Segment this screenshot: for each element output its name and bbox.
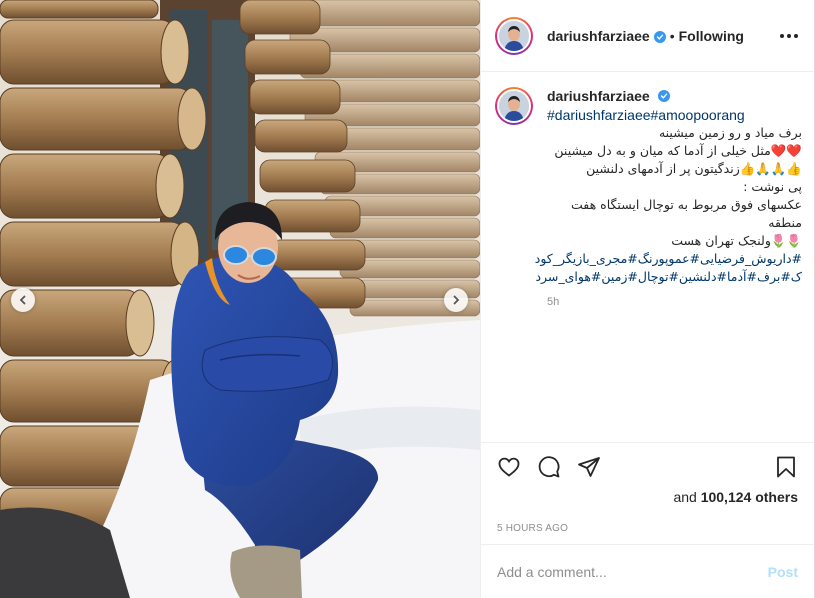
likes-count[interactable]: 100,124 <box>701 489 752 505</box>
likes-prefix: and <box>673 489 697 505</box>
next-photo-button[interactable] <box>444 288 468 312</box>
verified-badge-icon <box>658 90 671 102</box>
chevron-right-icon <box>453 295 460 305</box>
caption-row: dariushfarziaee #dariushfarziaee#amoopoo… <box>495 87 802 308</box>
post-date[interactable]: 5 HOURS AGO <box>481 523 814 534</box>
likes-suffix[interactable]: others <box>755 489 798 505</box>
save-button[interactable] <box>758 447 798 487</box>
author-avatar[interactable] <box>495 16 533 55</box>
photo-image <box>0 0 480 598</box>
heart-icon <box>498 457 520 477</box>
post-photo[interactable] <box>0 0 480 598</box>
caption-hashtags[interactable]: ک#برف#آدما#دلنشین#توچال#زمین#هوای_سرد <box>535 268 802 286</box>
post-actions-section: and 100,124 others 5 HOURS AGO <box>481 442 814 534</box>
caption-section: dariushfarziaee #dariushfarziaee#amoopoo… <box>481 73 814 443</box>
avatar-image <box>497 89 531 123</box>
likes-summary[interactable]: and 100,124 others <box>481 489 814 505</box>
comment-input[interactable] <box>497 563 768 580</box>
previous-photo-button[interactable] <box>11 288 35 312</box>
caption-line: ❤️❤️مثل خیلی از آدما که میان و به دل میش… <box>554 143 802 158</box>
following-button[interactable]: Following <box>679 28 744 44</box>
comment-button[interactable] <box>537 447 577 487</box>
verified-badge-icon <box>653 30 666 43</box>
caption-line: پی نوشت : <box>743 179 802 194</box>
header-separator: • <box>669 27 675 44</box>
share-button[interactable] <box>577 447 617 487</box>
caption-timestamp[interactable]: 5h <box>547 296 802 308</box>
more-options-icon[interactable] <box>780 33 798 38</box>
like-button[interactable] <box>497 447 537 487</box>
post-comment-button[interactable]: Post <box>768 564 798 580</box>
caption-hashtags-latin[interactable]: #dariushfarziaee#amoopoorang <box>547 106 802 124</box>
caption-line: 👍🙏🙏👍زندگیتون پر از آدمهای دلنشین <box>586 161 802 176</box>
author-username[interactable]: dariushfarziaee <box>547 28 650 44</box>
paper-plane-icon <box>578 457 600 477</box>
caption-line: عکسهای فوق مربوط به توچال ایستگاه هفت من… <box>571 197 802 230</box>
caption-line: 🌷🌷ولنجک تهران هست <box>671 233 802 248</box>
action-bar <box>481 443 814 491</box>
avatar-image <box>497 18 531 53</box>
post-side-panel: dariushfarziaee • Following dariushfarzi… <box>480 0 815 598</box>
bookmark-icon <box>777 456 795 478</box>
caption-username[interactable]: dariushfarziaee <box>547 88 650 104</box>
add-comment-bar: Post <box>481 544 814 598</box>
comment-icon <box>538 456 560 478</box>
caption-hashtags[interactable]: #داریوش_فرضیایی#عموپورنگ#مجری_بازیگر_کود <box>535 250 802 268</box>
chevron-left-icon <box>19 295 26 305</box>
caption-avatar[interactable] <box>495 87 533 125</box>
caption-body: dariushfarziaee #dariushfarziaee#amoopoo… <box>535 87 802 308</box>
post-header: dariushfarziaee • Following <box>481 0 814 72</box>
caption-line: برف میاد و رو زمین میشینه <box>658 125 802 140</box>
